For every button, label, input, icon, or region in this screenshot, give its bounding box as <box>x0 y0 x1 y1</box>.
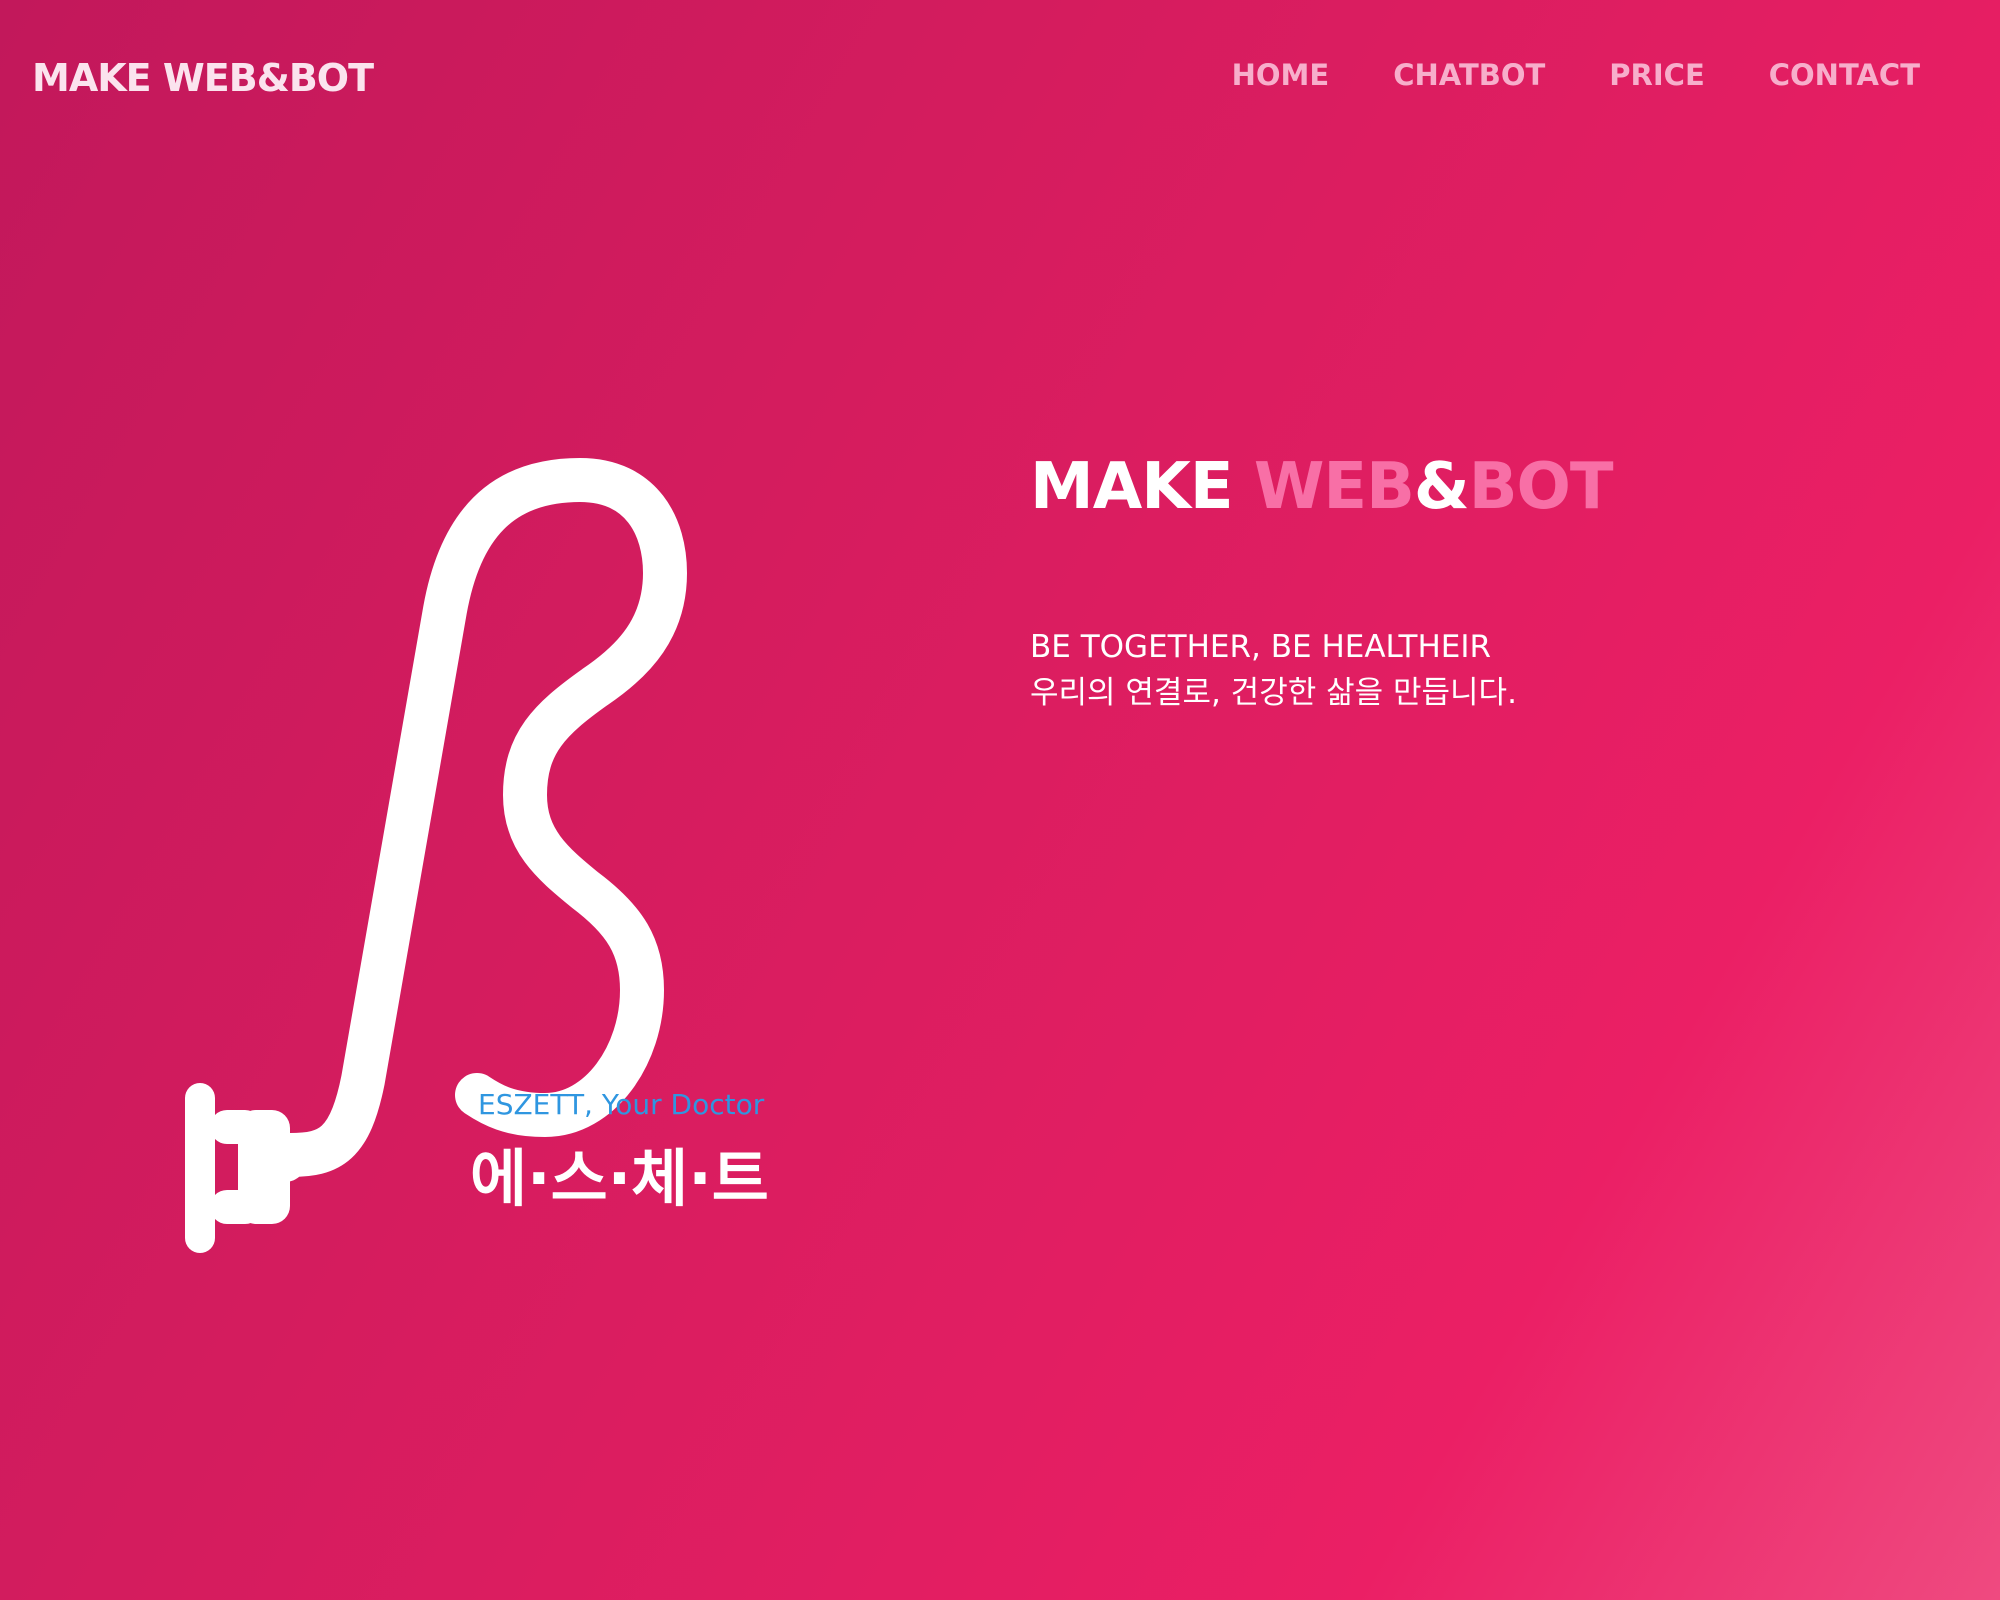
main-nav: HOME CHATBOT PRICE CONTACT <box>1232 58 1920 92</box>
logo-korean-name: 에·스·체·트 <box>470 1142 769 1215</box>
nav-contact[interactable]: CONTACT <box>1769 58 1920 92</box>
hero-title-bot: BOT <box>1468 450 1614 524</box>
hero-title-make: MAKE <box>1030 450 1234 524</box>
hero-title-web: WEB <box>1253 450 1415 524</box>
brand-logo[interactable]: MAKE WEB&BOT <box>32 56 374 100</box>
hero-title: MAKE WEB&BOT <box>1030 450 1614 524</box>
tagline-korean: 우리의 연결로, 건강한 삶을 만듭니다. <box>1030 675 1517 711</box>
nav-price[interactable]: PRICE <box>1609 58 1704 92</box>
nav-chatbot[interactable]: CHATBOT <box>1393 58 1545 92</box>
hero-title-amp: & <box>1413 450 1470 524</box>
nav-home[interactable]: HOME <box>1232 58 1330 92</box>
tagline-english: BE TOGETHER, BE HEALTHEIR <box>1030 629 1492 665</box>
logo-subtitle: ESZETT, Your Doctor <box>478 1088 765 1121</box>
hero-tagline: BE TOGETHER, BE HEALTHEIR 우리의 연결로, 건강한 삶… <box>1030 624 1517 716</box>
